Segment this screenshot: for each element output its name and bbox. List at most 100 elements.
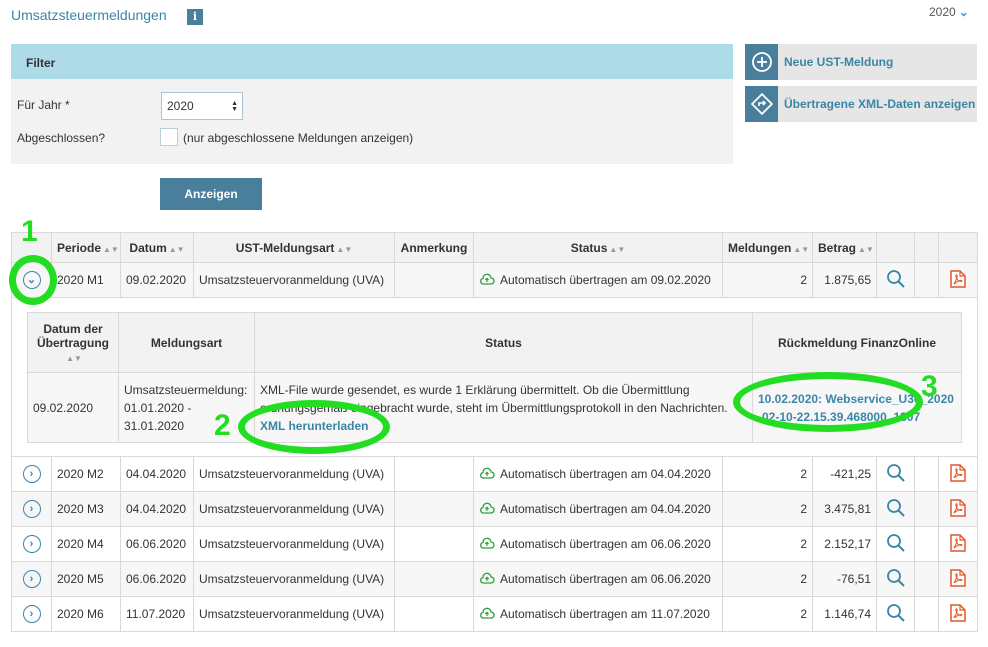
magnifier-icon[interactable] [886, 568, 906, 591]
sort-icon: ▲▼ [336, 244, 353, 254]
magnifier-icon[interactable] [886, 498, 906, 521]
annotation-circle-1 [9, 255, 57, 305]
table-row: ⌄ 2020 M1 09.02.2020 Umsatzsteuervoranmeldu… [11, 262, 978, 298]
select-arrows-icon: ▲ ▼ [231, 100, 238, 113]
sort-icon: ▲▼ [103, 244, 119, 254]
chevron-right-icon[interactable]: › [22, 535, 41, 553]
pdf-icon[interactable] [950, 533, 966, 555]
row-betrag: -421,25 [812, 456, 877, 492]
row-betrag: 3.475,81 [812, 491, 877, 527]
row-datum: 06.06.2020 [120, 561, 194, 597]
xml-data-button[interactable]: Übertragene XML-Daten anzeigen [745, 86, 977, 122]
annotation-circle-3 [733, 372, 923, 432]
row-datum: 11.07.2020 [120, 596, 194, 632]
cloud-upload-icon [479, 607, 495, 622]
show-button[interactable]: Anzeigen [160, 178, 262, 210]
cloud-upload-icon [479, 467, 495, 482]
table-row: › 2020 M2 04.04.2020 Umsatzsteuervoranmeldu… [11, 456, 978, 492]
page-title: Umsatzsteuermeldungen [11, 7, 167, 23]
pdf-cell [938, 262, 978, 298]
pdf-icon[interactable] [950, 603, 966, 625]
row-anmerkung [394, 456, 474, 492]
row-betrag: 1.146,74 [812, 596, 877, 632]
col-meldungen[interactable]: Meldungen ▲▼ [722, 232, 813, 263]
chevron-right-icon[interactable]: › [22, 465, 41, 483]
row-status: Automatisch übertragen am 04.04.2020 [500, 502, 711, 516]
detail-datum: 09.02.2020 [27, 372, 119, 443]
empty-cell [914, 561, 939, 597]
info-icon[interactable]: i [187, 9, 203, 25]
chevron-down-icon: ⌄ [958, 5, 969, 19]
pdf-cell [938, 561, 978, 597]
direction-sign-icon [745, 86, 778, 122]
year-value: 2020 [929, 5, 956, 19]
col-betrag[interactable]: Betrag ▲▼ [812, 232, 877, 263]
row-status: Automatisch übertragen am 06.06.2020 [500, 572, 711, 586]
row-status-cell: Automatisch übertragen am 04.04.2020 [473, 491, 723, 527]
annotation-number-3: 3 [921, 370, 938, 403]
row-art: Umsatzsteuervoranmeldung (UVA) [193, 596, 395, 632]
detail-col-rueckmeldung: Rückmeldung FinanzOnline [752, 312, 962, 373]
cloud-upload-icon [479, 572, 495, 587]
chevron-right-icon[interactable]: › [22, 500, 41, 518]
magnifier-icon[interactable] [886, 269, 906, 292]
row-art: Umsatzsteuervoranmeldung (UVA) [193, 526, 395, 562]
sort-icon: ▲▼ [609, 244, 626, 254]
table-row: › 2020 M4 06.06.2020 Umsatzsteuervoranmeldu… [11, 526, 978, 562]
col-art[interactable]: UST-Meldungsart ▲▼ [193, 232, 395, 263]
magnifier-icon[interactable] [886, 533, 906, 556]
table-row: › 2020 M6 11.07.2020 Umsatzsteuervoranmeldu… [11, 596, 978, 632]
filter-heading: Filter [11, 44, 733, 79]
row-status-cell: Automatisch übertragen am 06.06.2020 [473, 561, 723, 597]
new-ust-button[interactable]: Neue UST-Meldung [745, 44, 977, 80]
col-datum[interactable]: Datum ▲▼ [120, 232, 194, 263]
row-meldungen: 2 [722, 456, 813, 492]
closed-checkbox[interactable] [160, 128, 178, 146]
empty-cell [914, 596, 939, 632]
cloud-upload-icon [479, 273, 495, 288]
row-toggle-cell: › [11, 456, 52, 492]
pdf-icon[interactable] [950, 463, 966, 485]
closed-hint: (nur abgeschlossene Meldungen anzeigen) [183, 131, 414, 145]
magnifier-icon[interactable] [886, 603, 906, 626]
row-betrag: 1.875,65 [812, 262, 877, 298]
row-status-cell: Automatisch übertragen am 04.04.2020 [473, 456, 723, 492]
row-datum: 09.02.2020 [120, 262, 194, 298]
detail-col-status: Status [254, 312, 753, 373]
chevron-right-icon[interactable]: › [22, 570, 41, 588]
empty-cell [914, 526, 939, 562]
row-toggle-cell: › [11, 526, 52, 562]
pdf-icon[interactable] [950, 269, 966, 291]
detail-header-row: Datum der Übertragung ▲▼ Meldungsart Status… [27, 312, 962, 373]
row-periode: 2020 M4 [51, 526, 121, 562]
row-status-cell: Automatisch übertragen am 09.02.2020 [473, 262, 723, 298]
view-cell [876, 596, 915, 632]
pdf-icon[interactable] [950, 498, 966, 520]
row-status-cell: Automatisch übertragen am 06.06.2020 [473, 526, 723, 562]
row-toggle-cell: › [11, 596, 52, 632]
ust-table: Periode ▲▼ Datum ▲▼ UST-Meldungsart ▲▼ Anme… [11, 232, 978, 632]
year-select[interactable]: 2020 ▲ ▼ [161, 92, 243, 120]
chevron-right-icon[interactable]: › [22, 605, 41, 623]
year-switcher[interactable]: 2020 ⌄ [929, 5, 969, 19]
sort-icon: ▲▼ [168, 244, 185, 254]
cloud-upload-icon [479, 537, 495, 552]
pdf-cell [938, 596, 978, 632]
pdf-cell [938, 526, 978, 562]
xml-data-label: Übertragene XML-Daten anzeigen [784, 97, 976, 111]
view-cell [876, 262, 915, 298]
row-datum: 06.06.2020 [120, 526, 194, 562]
row-meldungen: 2 [722, 596, 813, 632]
col-periode[interactable]: Periode ▲▼ [51, 232, 121, 263]
row-periode: 2020 M3 [51, 491, 121, 527]
pdf-cell [938, 491, 978, 527]
magnifier-icon[interactable] [886, 463, 906, 486]
detail-col-datum[interactable]: Datum der Übertragung ▲▼ [27, 312, 119, 373]
pdf-icon[interactable] [950, 568, 966, 590]
sort-icon: ▲▼ [66, 353, 82, 363]
row-art: Umsatzsteuervoranmeldung (UVA) [193, 561, 395, 597]
row-betrag: -76,51 [812, 561, 877, 597]
view-cell [876, 526, 915, 562]
col-status[interactable]: Status ▲▼ [473, 232, 723, 263]
row-art: Umsatzsteuervoranmeldung (UVA) [193, 491, 395, 527]
